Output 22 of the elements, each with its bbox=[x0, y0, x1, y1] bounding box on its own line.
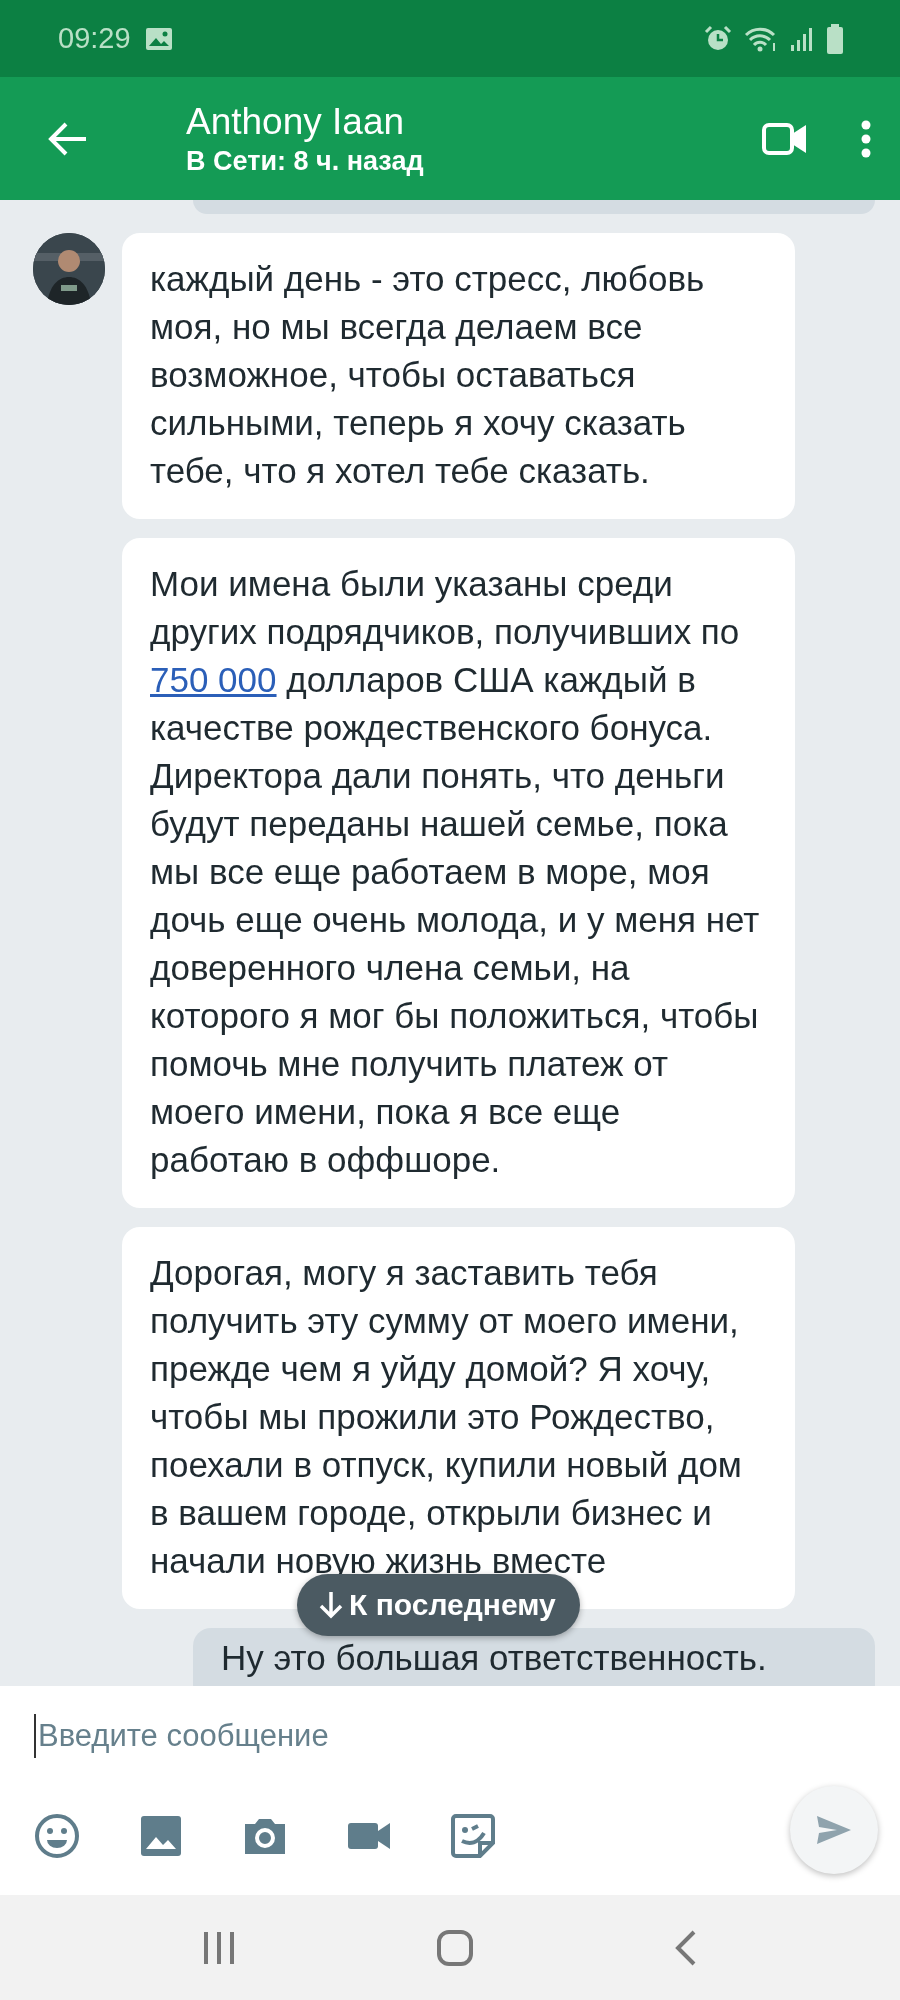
battery-icon bbox=[826, 23, 844, 54]
image-button[interactable] bbox=[138, 1813, 184, 1859]
incoming-message: каждый день - это стресс, любовь моя, но мы всегда делаем все возможное, чтобы оставаться сильными, теперь я хочу сказать тебе, что я хотел тебе сказать. bbox=[122, 233, 795, 519]
image-icon bbox=[144, 26, 173, 51]
contact-name: Anthony Iaan bbox=[186, 99, 406, 144]
amount-link[interactable]: 750 000 bbox=[150, 660, 277, 699]
more-icon bbox=[860, 118, 872, 159]
home-button[interactable] bbox=[436, 1928, 474, 1967]
send-button[interactable] bbox=[790, 1786, 878, 1874]
alarm-icon bbox=[704, 24, 732, 53]
back-nav-button[interactable] bbox=[674, 1928, 698, 1967]
send-icon bbox=[815, 1814, 853, 1846]
scroll-to-latest-button[interactable]: К последнему bbox=[297, 1574, 580, 1636]
message-input[interactable]: Введите сообщение bbox=[34, 1714, 778, 1758]
emoji-button[interactable] bbox=[34, 1813, 80, 1859]
recent-apps-button[interactable] bbox=[202, 1929, 236, 1966]
outgoing-message: Ну это большая ответственность. bbox=[193, 1628, 875, 1686]
incoming-message: Мои имена были указаны среди других подрядчиков, получивших по 750 000 долларов США каждый в качестве рождественского бонуса. Директора дали понять, что деньги будут переданы нашей семье, пока мы все еще работаем в море, моя дочь еще очень молода, и у меня нет доверенного члена семьи, на которого я мог бы положиться, чтобы помочь мне получить платеж от моего имени, пока я все еще работаю в оффшоре. bbox=[122, 538, 795, 1208]
last-seen-status: В Сети: 8 ч. назад bbox=[186, 144, 424, 178]
clock-time: 09:29 bbox=[58, 22, 131, 55]
arrow-down-icon bbox=[317, 1590, 345, 1620]
sticker-button[interactable] bbox=[450, 1813, 496, 1859]
